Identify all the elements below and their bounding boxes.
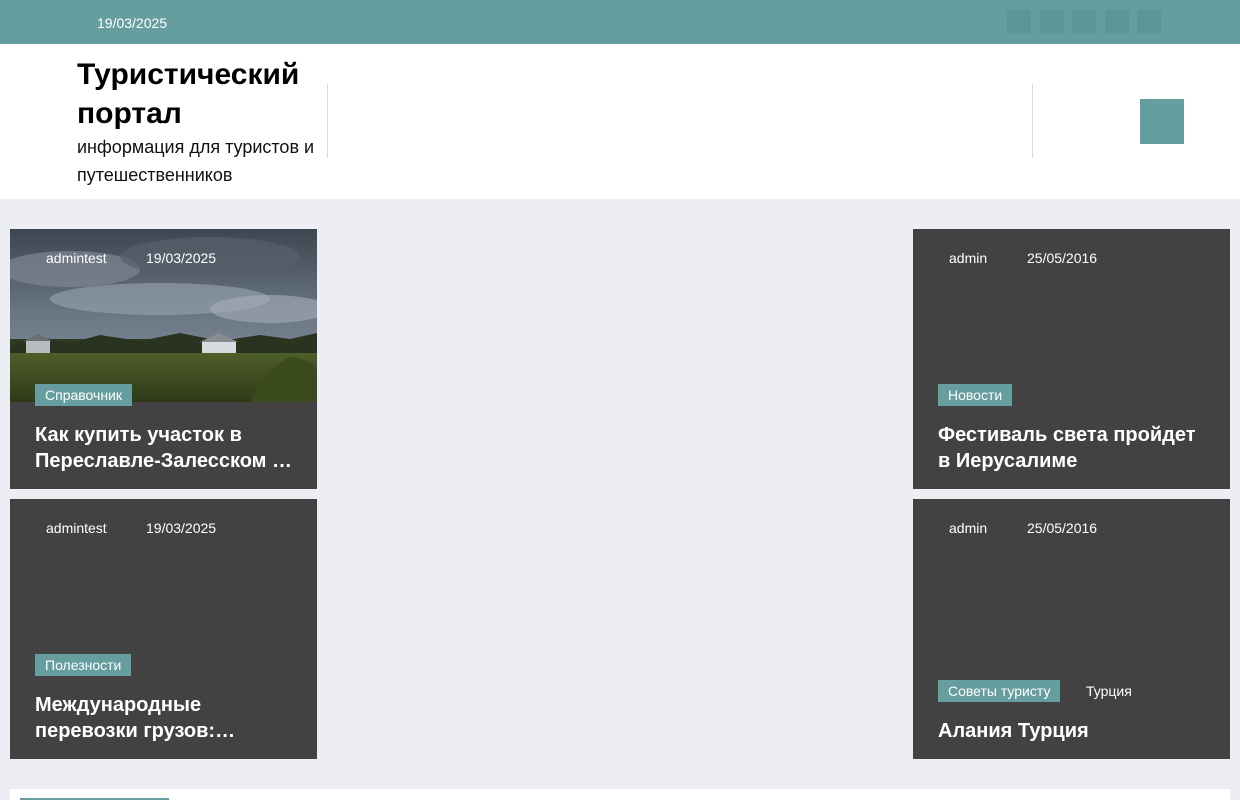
post-card[interactable]: admintest 19/03/2025 Справочник Как купи…	[10, 229, 317, 489]
social-icon-3[interactable]	[1072, 10, 1096, 34]
site-description: информация для туристов и путешественник…	[77, 137, 315, 185]
post-card[interactable]: admin 25/05/2016 Советы туристу Турция А…	[913, 499, 1230, 759]
social-icon-5[interactable]	[1137, 10, 1161, 34]
social-icon-2[interactable]	[1040, 10, 1064, 34]
post-category[interactable]: Советы туристу	[938, 680, 1061, 702]
site-header: Туристический портал информация для тури…	[0, 44, 1240, 199]
current-date: 19/03/2025	[97, 15, 168, 31]
post-author[interactable]: admintest	[46, 250, 107, 266]
menu-icon[interactable]	[1140, 99, 1184, 144]
top-bar: 19/03/2025	[0, 0, 1240, 44]
post-category[interactable]: Справочник	[35, 384, 132, 406]
post-card[interactable]: admintest 19/03/2025 Полезности Междунар…	[10, 499, 317, 759]
header-divider-right	[1032, 84, 1033, 158]
post-date: 19/03/2025	[146, 520, 217, 536]
post-author[interactable]: admin	[949, 520, 987, 536]
post-date: 19/03/2025	[146, 250, 217, 266]
social-icon-1[interactable]	[1007, 10, 1031, 34]
site-title[interactable]: Туристический портал	[77, 55, 322, 133]
post-title[interactable]: Международные перевозки грузов: особенно…	[35, 692, 297, 744]
post-title[interactable]: Алания Турция	[938, 718, 1210, 744]
post-author[interactable]: admintest	[46, 520, 107, 536]
post-title[interactable]: Фестиваль света пройдет в Иерусалиме	[938, 422, 1210, 474]
post-title[interactable]: Как купить участок в Переславле-Залесско…	[35, 422, 297, 474]
header-divider-left	[327, 84, 328, 158]
content-section	[10, 789, 1230, 800]
post-card[interactable]: admin 25/05/2016 Новости Фестиваль света…	[913, 229, 1230, 489]
post-author[interactable]: admin	[949, 250, 987, 266]
post-category[interactable]: Полезности	[35, 654, 132, 676]
post-tag[interactable]: Турция	[1086, 680, 1132, 702]
post-date: 25/05/2016	[1027, 250, 1098, 266]
social-icon-4[interactable]	[1105, 10, 1129, 34]
post-category[interactable]: Новости	[938, 384, 1013, 406]
post-date: 25/05/2016	[1027, 520, 1098, 536]
